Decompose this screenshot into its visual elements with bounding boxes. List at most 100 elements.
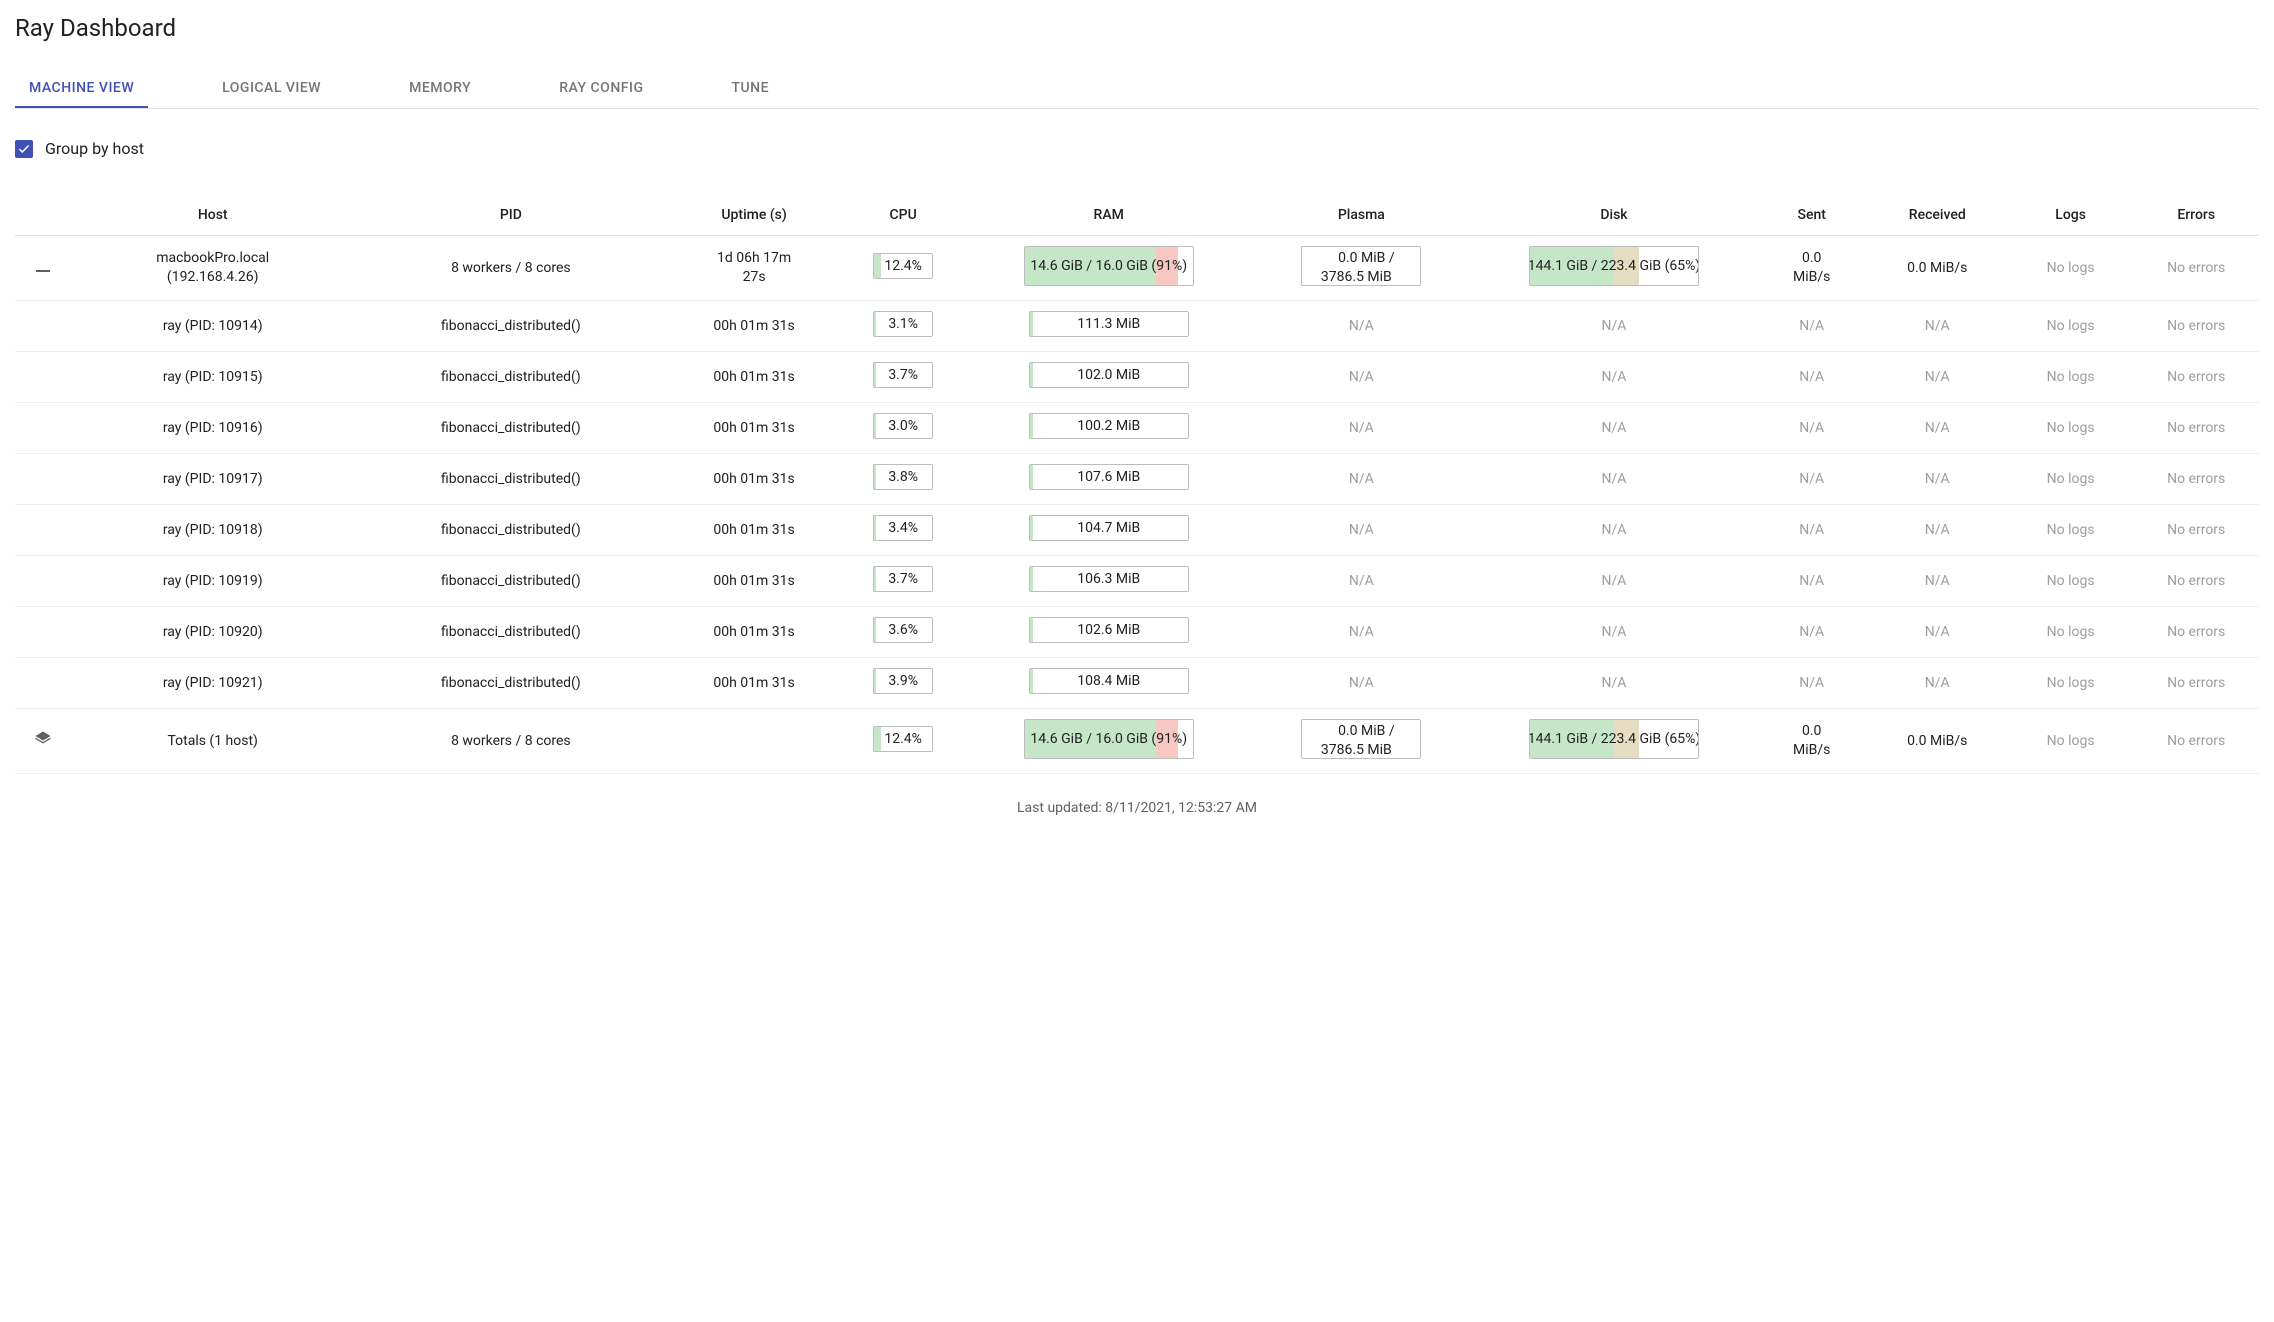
uptime-cell: 00h 01m 31s bbox=[668, 402, 841, 453]
th-logs: Logs bbox=[2008, 196, 2134, 235]
tab-machine-view[interactable]: MACHINE VIEW bbox=[15, 70, 148, 108]
uptime-cell: 00h 01m 31s bbox=[668, 657, 841, 708]
cpu-cell: 3.6% bbox=[840, 606, 966, 657]
worker-row: ray (PID: 10915) fibonacci_distributed()… bbox=[15, 351, 2259, 402]
pid-cell: fibonacci_distributed() bbox=[354, 606, 668, 657]
sent-cell: N/A bbox=[1757, 402, 1867, 453]
logs-cell: No logs bbox=[2008, 453, 2134, 504]
th-plasma: Plasma bbox=[1252, 196, 1472, 235]
uptime-cell: 00h 01m 31s bbox=[668, 504, 841, 555]
uptime-cell: 00h 01m 31s bbox=[668, 351, 841, 402]
host-cell: ray (PID: 10914) bbox=[71, 300, 353, 351]
worker-row: ray (PID: 10919) fibonacci_distributed()… bbox=[15, 555, 2259, 606]
page-title: Ray Dashboard bbox=[15, 14, 2259, 42]
th-ram: RAM bbox=[966, 196, 1252, 235]
host-row: macbookPro.local(192.168.4.26) 8 workers… bbox=[15, 235, 2259, 300]
sent-cell: N/A bbox=[1757, 351, 1867, 402]
pid-cell: fibonacci_distributed() bbox=[354, 402, 668, 453]
cpu-cell: 3.4% bbox=[840, 504, 966, 555]
host-cell: Totals (1 host) bbox=[71, 708, 353, 773]
cpu-cell: 12.4% bbox=[840, 708, 966, 773]
errors-cell: No errors bbox=[2133, 606, 2259, 657]
disk-cell: N/A bbox=[1471, 300, 1757, 351]
tab-tune[interactable]: TUNE bbox=[717, 70, 783, 108]
sent-cell: N/A bbox=[1757, 453, 1867, 504]
totals-row: Totals (1 host) 8 workers / 8 cores 12.4… bbox=[15, 708, 2259, 773]
host-cell: ray (PID: 10917) bbox=[71, 453, 353, 504]
pid-cell: fibonacci_distributed() bbox=[354, 453, 668, 504]
host-cell: ray (PID: 10920) bbox=[71, 606, 353, 657]
ram-cell: 104.7 MiB bbox=[966, 504, 1252, 555]
logs-cell: No logs bbox=[2008, 504, 2134, 555]
uptime-cell: 00h 01m 31s bbox=[668, 453, 841, 504]
plasma-cell: N/A bbox=[1252, 402, 1472, 453]
disk-cell: N/A bbox=[1471, 504, 1757, 555]
plasma-cell: N/A bbox=[1252, 351, 1472, 402]
disk-cell: N/A bbox=[1471, 657, 1757, 708]
machine-table: Host PID Uptime (s) CPU RAM Plasma Disk … bbox=[15, 196, 2259, 774]
plasma-cell: N/A bbox=[1252, 300, 1472, 351]
host-cell: ray (PID: 10921) bbox=[71, 657, 353, 708]
cpu-cell: 3.9% bbox=[840, 657, 966, 708]
last-updated: Last updated: 8/11/2021, 12:53:27 AM bbox=[15, 800, 2259, 816]
plasma-cell: N/A bbox=[1252, 504, 1472, 555]
th-pid: PID bbox=[354, 196, 668, 235]
pid-cell: fibonacci_distributed() bbox=[354, 351, 668, 402]
plasma-cell: 0.0 MiB /3786.5 MiB bbox=[1252, 708, 1472, 773]
th-received: Received bbox=[1867, 196, 2008, 235]
pid-cell: 8 workers / 8 cores bbox=[354, 235, 668, 300]
errors-cell: No errors bbox=[2133, 351, 2259, 402]
group-by-host-control: Group by host bbox=[15, 139, 2259, 158]
tab-ray-config[interactable]: RAY CONFIG bbox=[545, 70, 657, 108]
ram-cell: 111.3 MiB bbox=[966, 300, 1252, 351]
cpu-cell: 12.4% bbox=[840, 235, 966, 300]
errors-cell: No errors bbox=[2133, 402, 2259, 453]
logs-cell: No logs bbox=[2008, 555, 2134, 606]
uptime-cell: 1d 06h 17m27s bbox=[668, 235, 841, 300]
sent-cell: 0.0MiB/s bbox=[1757, 235, 1867, 300]
logs-cell: No logs bbox=[2008, 300, 2134, 351]
plasma-cell: N/A bbox=[1252, 453, 1472, 504]
cpu-cell: 3.8% bbox=[840, 453, 966, 504]
host-cell: ray (PID: 10915) bbox=[71, 351, 353, 402]
group-by-host-label: Group by host bbox=[45, 139, 144, 158]
worker-row: ray (PID: 10920) fibonacci_distributed()… bbox=[15, 606, 2259, 657]
ram-cell: 102.0 MiB bbox=[966, 351, 1252, 402]
cpu-cell: 3.7% bbox=[840, 351, 966, 402]
group-by-host-checkbox[interactable] bbox=[15, 140, 33, 158]
logs-cell: No logs bbox=[2008, 708, 2134, 773]
worker-row: ray (PID: 10914) fibonacci_distributed()… bbox=[15, 300, 2259, 351]
plasma-cell: N/A bbox=[1252, 657, 1472, 708]
received-cell: N/A bbox=[1867, 657, 2008, 708]
worker-row: ray (PID: 10916) fibonacci_distributed()… bbox=[15, 402, 2259, 453]
disk-cell: 144.1 GiB / 223.4 GiB (65%) bbox=[1471, 708, 1757, 773]
worker-row: ray (PID: 10921) fibonacci_distributed()… bbox=[15, 657, 2259, 708]
cpu-cell: 3.0% bbox=[840, 402, 966, 453]
errors-cell: No errors bbox=[2133, 657, 2259, 708]
tab-logical-view[interactable]: LOGICAL VIEW bbox=[208, 70, 335, 108]
received-cell: 0.0 MiB/s bbox=[1867, 708, 2008, 773]
disk-cell: N/A bbox=[1471, 453, 1757, 504]
plasma-cell: N/A bbox=[1252, 555, 1472, 606]
collapse-icon[interactable] bbox=[36, 270, 50, 272]
sent-cell: N/A bbox=[1757, 657, 1867, 708]
plasma-cell: 0.0 MiB /3786.5 MiB bbox=[1252, 235, 1472, 300]
pid-cell: fibonacci_distributed() bbox=[354, 657, 668, 708]
layers-icon bbox=[34, 736, 52, 752]
errors-cell: No errors bbox=[2133, 708, 2259, 773]
received-cell: N/A bbox=[1867, 300, 2008, 351]
received-cell: N/A bbox=[1867, 504, 2008, 555]
received-cell: N/A bbox=[1867, 606, 2008, 657]
logs-cell: No logs bbox=[2008, 351, 2134, 402]
sent-cell: N/A bbox=[1757, 606, 1867, 657]
tabs: MACHINE VIEW LOGICAL VIEW MEMORY RAY CONFIG… bbox=[15, 70, 2259, 109]
ram-cell: 14.6 GiB / 16.0 GiB (91%) bbox=[966, 708, 1252, 773]
disk-cell: N/A bbox=[1471, 555, 1757, 606]
sent-cell: N/A bbox=[1757, 504, 1867, 555]
pid-cell: fibonacci_distributed() bbox=[354, 555, 668, 606]
logs-cell: No logs bbox=[2008, 235, 2134, 300]
tab-memory[interactable]: MEMORY bbox=[395, 70, 485, 108]
sent-cell: N/A bbox=[1757, 555, 1867, 606]
received-cell: N/A bbox=[1867, 555, 2008, 606]
ram-cell: 106.3 MiB bbox=[966, 555, 1252, 606]
